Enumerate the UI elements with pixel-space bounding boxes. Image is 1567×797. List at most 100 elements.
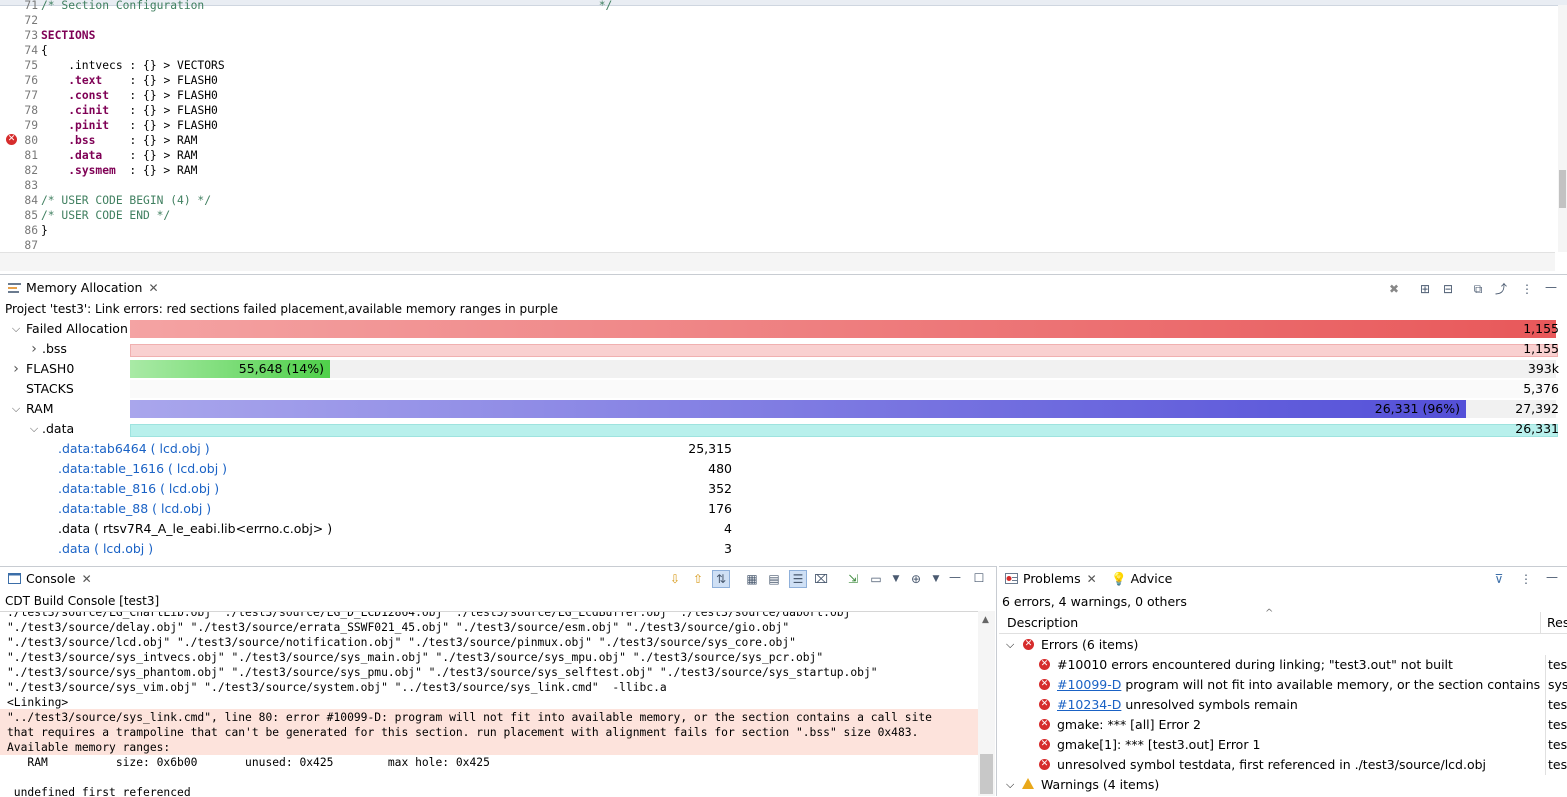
error-icon: ✕ (1039, 659, 1050, 670)
new-console-icon[interactable]: ⊕ (908, 571, 924, 587)
list-item[interactable]: .data ( lcd.obj ) 3 (0, 539, 1567, 559)
code-text: .intvecs : {} > VECTORS (41, 59, 225, 72)
memory-row[interactable]: › .bss 1,155 (0, 339, 1567, 359)
scroll-lock-icon[interactable]: ⇅ (712, 570, 730, 588)
export-icon[interactable]: ⤴ (1493, 281, 1509, 297)
table-row[interactable]: ✕ unresolved symbol testdata, first refer… (999, 755, 1567, 775)
chevron-down-icon[interactable]: ⌵ (28, 419, 40, 439)
close-icon[interactable]: ✕ (148, 281, 158, 295)
filter-icon[interactable]: ⊽ (1491, 571, 1507, 587)
error-icon: ✕ (1039, 679, 1050, 690)
scroll-down-icon[interactable]: ⇩ (667, 571, 683, 587)
data-section-name[interactable]: .data:table_88 ( lcd.obj ) (58, 499, 211, 519)
display-console-icon[interactable]: ▭ (868, 571, 884, 587)
list-item[interactable]: .data ( rtsv7R4_A_le_eabi.lib<errno.c.ob… (0, 519, 1567, 539)
memory-row[interactable]: ⌵ RAM 26,331 (96%) 27,392 (0, 399, 1567, 419)
list-item[interactable]: .data:table_88 ( lcd.obj ) 176 (0, 499, 1567, 519)
list-item[interactable]: .data:table_1616 ( lcd.obj ) 480 (0, 459, 1567, 479)
expand-all-icon[interactable]: ⊞ (1417, 281, 1433, 297)
tab-problems[interactable]: Problems ✕ (1005, 568, 1097, 590)
maximize-icon[interactable]: ☐ (971, 570, 987, 586)
table-row[interactable]: ✕ #10010 errors encountered during linkin… (999, 655, 1567, 675)
copy-icon[interactable]: ▤ (766, 571, 782, 587)
section-target: : {} > FLASH0 (109, 104, 218, 117)
data-section-size: 176 (708, 501, 732, 516)
editor-horizontal-scrollbar[interactable] (0, 252, 1555, 271)
memory-row[interactable]: ⌵ Failed Allocation 1,155 (0, 319, 1567, 339)
section-target: : {} > RAM (102, 149, 198, 162)
table-row[interactable]: ✕ #10099-D program will not fit into avai… (999, 675, 1567, 695)
console-output[interactable]: ./test3/source/LG_ChartLib.obj ./test3/s… (0, 611, 978, 797)
problem-resource: test (1545, 735, 1567, 755)
table-row[interactable]: ✕ gmake: *** [all] Error 2 test (999, 715, 1567, 735)
code-text: /* Section Configuration */ (41, 0, 613, 12)
minimize-icon[interactable]: — (1544, 569, 1560, 585)
line-number: 86 (24, 224, 38, 237)
console-vertical-scrollbar[interactable]: ▲ (978, 611, 995, 796)
remove-icon[interactable]: ✖ (1386, 281, 1402, 297)
view-menu-icon[interactable]: ⋮ (1518, 571, 1534, 587)
chevron-down-icon[interactable]: ⌵ (10, 399, 22, 419)
minimize-icon[interactable]: — (947, 569, 963, 585)
problem-text: gmake: *** [all] Error 2 (1057, 717, 1201, 732)
column-description[interactable]: Description (1007, 615, 1078, 630)
error-icon: ✕ (1039, 699, 1050, 710)
data-section-name[interactable]: .data:tab6464 ( lcd.obj ) (58, 439, 210, 459)
scroll-up-arrow-icon[interactable]: ▲ (982, 615, 989, 625)
section-name: .const (68, 89, 110, 102)
word-wrap-icon[interactable]: ☰ (789, 570, 807, 588)
chevron-down-icon[interactable]: ⌵ (1006, 635, 1014, 655)
column-resource[interactable]: Res (1540, 612, 1567, 633)
errors-group[interactable]: ⌵ ✕ Errors (6 items) (999, 635, 1567, 655)
data-bar (130, 424, 1558, 437)
data-section-name[interactable]: .data:table_816 ( lcd.obj ) (58, 479, 219, 499)
list-item[interactable]: .data:table_816 ( lcd.obj ) 352 (0, 479, 1567, 499)
chevron-down-icon[interactable]: ⌵ (1006, 775, 1014, 795)
tab-memory-allocation[interactable]: Memory Allocation ✕ (8, 277, 159, 299)
console-scroll-thumb[interactable] (980, 754, 993, 794)
memory-row[interactable]: STACKS 5,376 (0, 379, 1567, 399)
minimize-icon[interactable]: — (1543, 279, 1559, 295)
advice-tab-label: Advice (1130, 571, 1173, 586)
problem-code-link[interactable]: #10099-D (1057, 677, 1121, 692)
chevron-right-icon[interactable]: › (10, 359, 22, 379)
code-text: .cinit : {} > FLASH0 (41, 103, 218, 118)
view-menu-icon[interactable]: ⋮ (1519, 281, 1535, 297)
problems-column-header: Description ^ Res (999, 608, 1567, 634)
data-section-name[interactable]: .data ( lcd.obj ) (58, 539, 153, 559)
memory-row[interactable]: ⌵ .data 26,331 (0, 419, 1567, 439)
memory-row-label: .data (42, 421, 75, 436)
tab-console[interactable]: Console ✕ (8, 568, 92, 590)
tab-advice[interactable]: 💡 Advice (1111, 568, 1172, 590)
close-icon[interactable]: ✕ (1087, 572, 1097, 586)
memory-row-amount: 27,392 (1515, 401, 1559, 416)
warnings-group[interactable]: ⌵ Warnings (4 items) (999, 775, 1567, 795)
problem-resource: test (1545, 715, 1567, 735)
chevron-down-icon[interactable]: ⌵ (10, 319, 22, 339)
code-editor[interactable]: 71/* Section Configuration */72 73 SECTION… (0, 0, 1567, 272)
chevron-down-icon[interactable]: ▼ (888, 571, 904, 587)
pin-console-icon[interactable]: ▦ (744, 571, 760, 587)
chevron-down-icon[interactable]: ▼ (928, 571, 944, 587)
clear-console-icon[interactable]: ⌧ (813, 571, 829, 587)
list-item[interactable]: .data:tab6464 ( lcd.obj ) 25,315 (0, 439, 1567, 459)
data-section-name[interactable]: .data:table_1616 ( lcd.obj ) (58, 459, 227, 479)
new-view-icon[interactable]: ⧉ (1470, 281, 1486, 297)
chevron-right-icon[interactable]: › (28, 339, 40, 359)
collapse-all-icon[interactable]: ⊟ (1440, 281, 1456, 297)
problem-description: gmake: *** [all] Error 2 (1057, 715, 1543, 735)
editor-scroll-thumb[interactable] (1559, 170, 1566, 208)
problem-description: #10010 errors encountered during linking… (1057, 655, 1543, 675)
close-icon[interactable]: ✕ (82, 572, 92, 586)
table-row[interactable]: ✕#10234-D unresolved symbols remaintest (999, 695, 1567, 715)
table-row[interactable]: ✕ gmake[1]: *** [test3.out] Error 1 test (999, 735, 1567, 755)
problem-code-link[interactable]: #10234-D (1057, 697, 1121, 712)
editor-vertical-scrollbar[interactable] (1558, 5, 1567, 252)
memory-row[interactable]: › FLASH0 55,648 (14%) 393k (0, 359, 1567, 379)
scroll-up-icon[interactable]: ⇧ (690, 571, 706, 587)
open-console-icon[interactable]: ⇲ (845, 571, 861, 587)
console-tab-label: Console (26, 571, 76, 586)
code-text: { (41, 44, 48, 57)
problems-tab-label: Problems (1023, 571, 1081, 586)
